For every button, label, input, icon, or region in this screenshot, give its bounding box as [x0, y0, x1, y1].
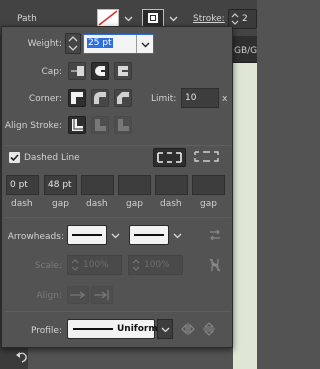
- gap-field-2[interactable]: [118, 175, 151, 195]
- chevron-down-icon[interactable]: [110, 230, 121, 241]
- section-divider: [5, 217, 231, 218]
- arrow-tip-beyond-button[interactable]: [67, 286, 89, 304]
- align-stroke-inside-icon: [95, 119, 106, 131]
- scale-label: Scale:: [34, 261, 62, 271]
- stroke-panel: Weight: 25 pt Cap: Corner: Limit: 10 x A…: [1, 26, 233, 348]
- path-label: Path: [17, 14, 37, 24]
- chevron-down-icon[interactable]: [140, 39, 151, 50]
- weight-input[interactable]: 25 pt: [83, 34, 154, 54]
- unlink-icon[interactable]: [208, 257, 222, 273]
- dash-corner-preserve-icon: [157, 152, 182, 163]
- fill-swatch[interactable]: [97, 9, 119, 27]
- width-profile-select[interactable]: Uniform: [67, 319, 158, 339]
- round-join-button[interactable]: [91, 89, 109, 107]
- stepper-icon: [71, 259, 79, 271]
- projecting-cap-icon: [118, 66, 128, 76]
- limit-label: Limit:: [151, 94, 177, 104]
- round-cap-button[interactable]: [91, 62, 109, 80]
- end-arrowhead-select[interactable]: [129, 225, 169, 245]
- profile-label: Profile:: [30, 326, 62, 336]
- butt-cap-button[interactable]: [68, 62, 86, 80]
- cap-label: Cap:: [41, 67, 62, 77]
- bevel-join-button[interactable]: [114, 89, 132, 107]
- gap-value-1: 48 pt: [48, 180, 72, 190]
- weight-stepper[interactable]: [65, 33, 81, 54]
- chevron-down-icon[interactable]: [172, 230, 183, 241]
- align-outside-button[interactable]: [114, 116, 132, 134]
- dash-field-3[interactable]: [155, 175, 188, 195]
- document-tab-bar: GB/G: [233, 37, 257, 63]
- miter-limit-value: 10: [185, 93, 197, 103]
- chevron-down-icon: [161, 327, 170, 333]
- corner-label: Corner:: [28, 94, 62, 104]
- end-scale-input[interactable]: 100%: [128, 255, 183, 275]
- undo-arrow-icon: [16, 352, 27, 363]
- flip-vertical-icon[interactable]: [202, 322, 216, 336]
- miter-join-icon: [71, 92, 83, 104]
- dash-field-1[interactable]: 0 pt: [6, 175, 39, 195]
- stroke-swatch[interactable]: [142, 9, 164, 27]
- align-dash-button[interactable]: [191, 148, 224, 167]
- start-scale-value: 100%: [83, 260, 109, 270]
- gap-field-1[interactable]: 48 pt: [44, 175, 77, 195]
- weight-value: 25 pt: [87, 38, 113, 48]
- align-stroke-center-icon: [72, 119, 83, 131]
- weight-label: Weight:: [27, 39, 62, 49]
- gap-caption: gap: [52, 199, 69, 209]
- preserve-dash-button[interactable]: [153, 148, 186, 167]
- document-tab-label[interactable]: GB/G: [234, 46, 257, 56]
- start-arrowhead-select[interactable]: [67, 225, 107, 245]
- dash-value-1: 0 pt: [10, 180, 28, 190]
- dashed-line-checkbox[interactable]: [9, 152, 20, 163]
- dash-caption: dash: [86, 199, 108, 209]
- chevron-down-icon[interactable]: [168, 13, 179, 24]
- gap-caption: gap: [126, 199, 143, 209]
- arrowheads-label: Arrowheads:: [7, 232, 64, 242]
- dash-caption: dash: [160, 199, 182, 209]
- align-stroke-outside-icon: [118, 119, 129, 131]
- projecting-cap-button[interactable]: [114, 62, 132, 80]
- stroke-weight-value: 2: [242, 14, 248, 24]
- document-canvas: [233, 37, 257, 369]
- checkmark-icon: [10, 154, 19, 162]
- align-stroke-label: Align Stroke:: [4, 121, 62, 131]
- dash-corner-align-icon: [194, 151, 219, 162]
- limit-unit: x: [222, 94, 228, 104]
- butt-cap-icon: [71, 66, 84, 76]
- none-fill-icon: [98, 10, 118, 26]
- arrow-align-icon: [70, 291, 86, 299]
- align-label: Align:: [36, 291, 62, 301]
- stepper-icon: [68, 36, 78, 51]
- miter-join-button[interactable]: [68, 89, 86, 107]
- chevron-down-icon[interactable]: [123, 13, 134, 24]
- profile-dropdown-button[interactable]: [157, 319, 173, 339]
- dashed-line-label: Dashed Line: [24, 153, 80, 163]
- stepper-icon: [231, 13, 239, 25]
- bevel-join-icon: [117, 92, 129, 104]
- section-divider: [5, 311, 231, 312]
- tool-button[interactable]: [14, 345, 28, 369]
- stepper-icon: [132, 259, 140, 271]
- end-scale-value: 100%: [144, 260, 170, 270]
- dash-caption: dash: [11, 199, 33, 209]
- miter-limit-input[interactable]: 10: [181, 88, 219, 108]
- arrow-align-icon: [94, 290, 109, 300]
- gap-caption: gap: [200, 199, 217, 209]
- align-inside-button[interactable]: [91, 116, 109, 134]
- arrow-tip-end-button[interactable]: [91, 286, 113, 304]
- align-center-button[interactable]: [68, 116, 86, 134]
- stroke-link[interactable]: Stroke:: [193, 14, 225, 24]
- dash-field-2[interactable]: [81, 175, 114, 195]
- section-divider: [5, 145, 231, 146]
- swap-arrowheads-icon[interactable]: [208, 228, 222, 242]
- round-join-icon: [94, 92, 106, 104]
- round-cap-icon: [95, 66, 105, 76]
- profile-value: Uniform: [117, 324, 158, 334]
- start-scale-input[interactable]: 100%: [67, 255, 122, 275]
- gap-field-3[interactable]: [192, 175, 225, 195]
- flip-horizontal-icon[interactable]: [181, 322, 195, 336]
